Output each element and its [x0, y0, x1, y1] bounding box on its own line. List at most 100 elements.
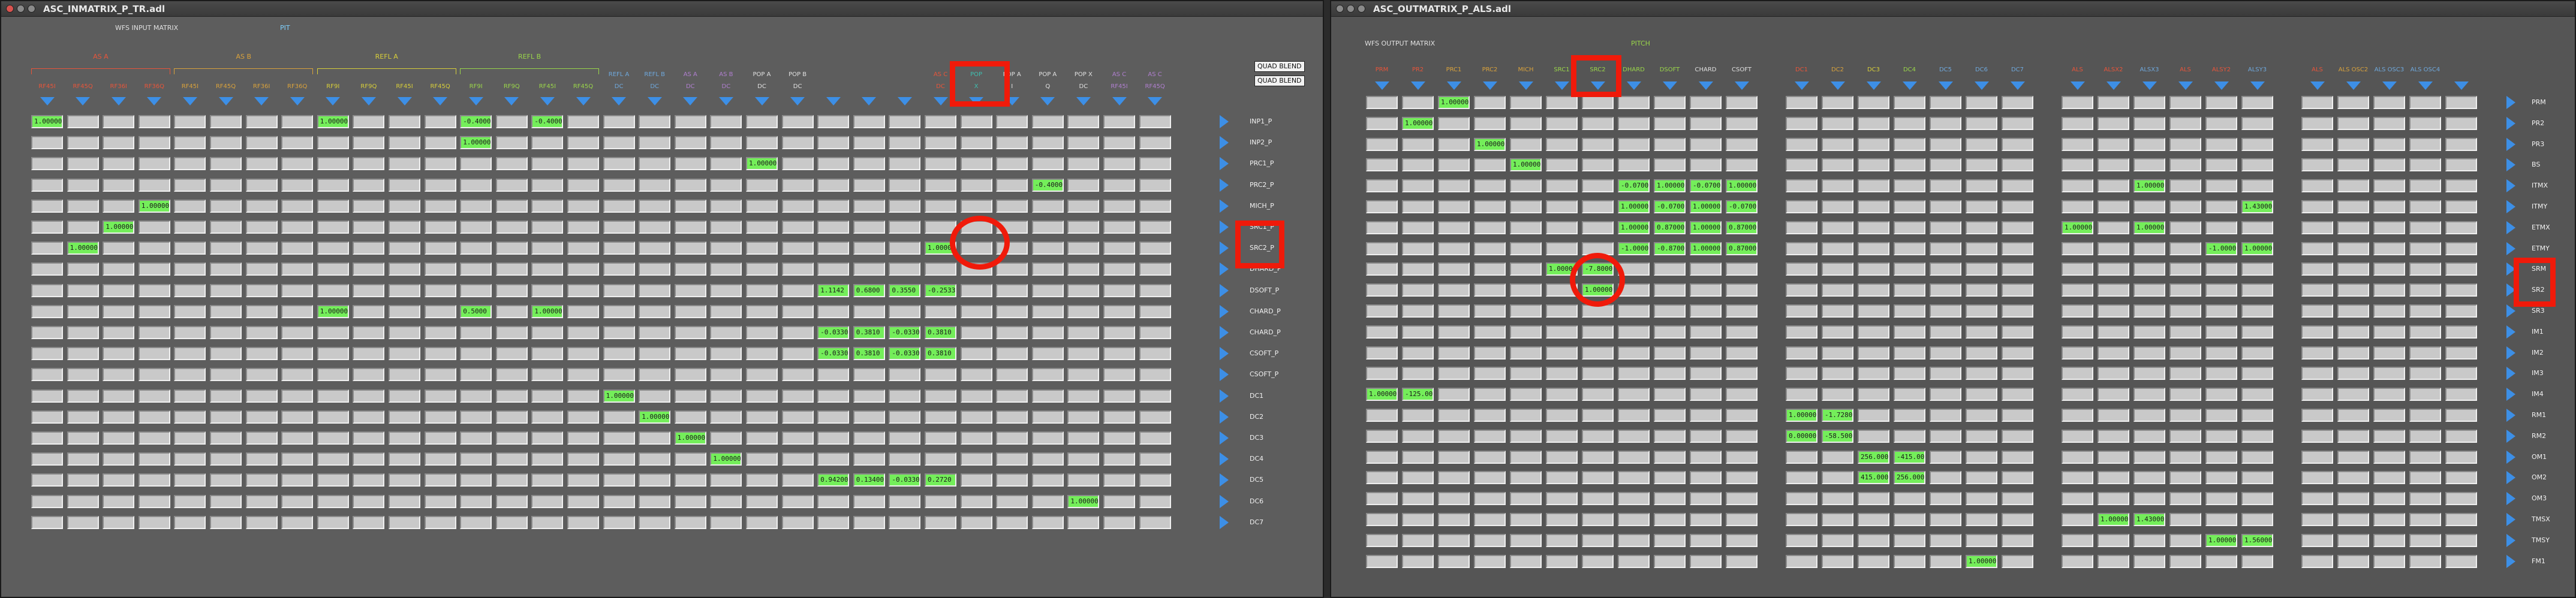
- matrix-cell[interactable]: [1966, 450, 1997, 464]
- matrix-cell[interactable]: [67, 178, 99, 192]
- matrix-cell[interactable]: [1474, 179, 1506, 193]
- matrix-cell[interactable]: [781, 452, 814, 466]
- row-select-arrow[interactable]: [2506, 492, 2515, 506]
- matrix-cell[interactable]: [1822, 283, 1853, 297]
- matrix-cell[interactable]: [853, 452, 885, 466]
- matrix-cell[interactable]: [710, 178, 742, 192]
- matrix-cell[interactable]: [2097, 554, 2129, 568]
- matrix-cell[interactable]: [2301, 116, 2333, 130]
- matrix-cell[interactable]: [1474, 554, 1506, 568]
- matrix-cell[interactable]: [1654, 262, 1686, 276]
- matrix-cell[interactable]: [889, 389, 921, 403]
- matrix-cell[interactable]: [1402, 346, 1434, 360]
- matrix-cell[interactable]: [1690, 471, 1722, 485]
- column-select-arrow[interactable]: [2310, 81, 2325, 90]
- matrix-cell[interactable]: [389, 389, 420, 403]
- matrix-cell[interactable]: [1786, 325, 1817, 339]
- matrix-cell[interactable]: [1139, 347, 1171, 361]
- matrix-cell[interactable]: [1690, 116, 1722, 130]
- matrix-cell[interactable]: [853, 431, 885, 445]
- matrix-cell[interactable]: [1366, 429, 1398, 443]
- matrix-cell[interactable]: [317, 410, 349, 424]
- matrix-cell[interactable]: [1103, 347, 1135, 361]
- matrix-cell[interactable]: [2205, 116, 2237, 130]
- matrix-cell[interactable]: [138, 221, 170, 234]
- matrix-cell[interactable]: [1438, 513, 1470, 526]
- matrix-cell[interactable]: [317, 199, 349, 213]
- matrix-cell[interactable]: [1402, 221, 1434, 234]
- matrix-cell[interactable]: [2205, 471, 2237, 485]
- matrix-cell[interactable]: [1546, 304, 1578, 318]
- matrix-cell[interactable]: [781, 199, 814, 213]
- matrix-cell[interactable]: [1582, 367, 1614, 380]
- matrix-cell[interactable]: [1858, 429, 1889, 443]
- matrix-cell[interactable]: [2169, 346, 2201, 360]
- matrix-cell[interactable]: [2409, 200, 2441, 213]
- matrix-cell[interactable]: [2241, 554, 2273, 568]
- matrix-cell[interactable]: [817, 431, 850, 445]
- matrix-cell[interactable]: [1366, 346, 1398, 360]
- matrix-cell[interactable]: [103, 178, 135, 192]
- matrix-cell[interactable]: [2169, 492, 2201, 506]
- matrix-cell[interactable]: [210, 326, 242, 339]
- matrix-cell[interactable]: [1510, 283, 1542, 297]
- matrix-cell[interactable]: [2133, 200, 2165, 213]
- matrix-cell[interactable]: [2062, 158, 2093, 172]
- matrix-cell[interactable]: -0.0700: [1654, 200, 1686, 213]
- matrix-cell[interactable]: [1366, 533, 1398, 547]
- matrix-cell[interactable]: [1582, 179, 1614, 193]
- matrix-cell[interactable]: [531, 410, 564, 424]
- matrix-cell[interactable]: [138, 515, 170, 529]
- matrix-cell[interactable]: [2241, 137, 2273, 151]
- matrix-cell[interactable]: [1474, 492, 1506, 506]
- matrix-cell[interactable]: [495, 115, 528, 128]
- matrix-cell[interactable]: 1.00000: [67, 241, 99, 255]
- matrix-cell[interactable]: [746, 452, 778, 466]
- column-select-arrow[interactable]: [397, 97, 412, 105]
- matrix-cell[interactable]: [174, 368, 206, 382]
- matrix-cell[interactable]: [531, 494, 564, 508]
- matrix-cell[interactable]: [1067, 262, 1100, 276]
- matrix-cell[interactable]: [1726, 429, 1758, 443]
- matrix-cell[interactable]: [925, 221, 956, 234]
- matrix-cell[interactable]: [460, 157, 492, 171]
- matrix-cell[interactable]: [1582, 513, 1614, 526]
- matrix-cell[interactable]: [1690, 346, 1722, 360]
- matrix-cell[interactable]: [353, 241, 385, 255]
- matrix-cell[interactable]: [1067, 199, 1100, 213]
- matrix-cell[interactable]: [1786, 137, 1817, 151]
- matrix-cell[interactable]: [925, 368, 956, 382]
- matrix-cell[interactable]: [495, 136, 528, 150]
- column-select-arrow[interactable]: [1004, 97, 1019, 105]
- matrix-cell[interactable]: [2241, 492, 2273, 506]
- matrix-cell[interactable]: [603, 115, 635, 128]
- matrix-cell[interactable]: [710, 262, 742, 276]
- matrix-cell[interactable]: [674, 515, 706, 529]
- matrix-cell[interactable]: [138, 157, 170, 171]
- matrix-cell[interactable]: [1822, 388, 1853, 401]
- matrix-cell[interactable]: [1474, 304, 1506, 318]
- matrix-cell[interactable]: [817, 157, 850, 171]
- matrix-cell[interactable]: [2097, 367, 2129, 380]
- matrix-cell[interactable]: [996, 368, 1028, 382]
- matrix-cell[interactable]: [603, 199, 635, 213]
- matrix-cell[interactable]: [1966, 137, 1997, 151]
- matrix-cell[interactable]: -0.0330: [889, 473, 921, 487]
- row-select-arrow[interactable]: [2506, 450, 2515, 464]
- matrix-cell[interactable]: [2409, 409, 2441, 422]
- matrix-cell[interactable]: [2409, 283, 2441, 297]
- matrix-cell[interactable]: [1103, 368, 1135, 382]
- matrix-cell[interactable]: [389, 136, 420, 150]
- matrix-cell[interactable]: [925, 431, 956, 445]
- matrix-cell[interactable]: [781, 136, 814, 150]
- matrix-cell[interactable]: 1.00000: [103, 221, 135, 234]
- matrix-cell[interactable]: [853, 221, 885, 234]
- matrix-cell[interactable]: [281, 304, 314, 318]
- column-select-arrow[interactable]: [2010, 81, 2025, 90]
- matrix-cell[interactable]: 0.3810: [853, 347, 885, 361]
- matrix-cell[interactable]: [103, 410, 135, 424]
- matrix-cell[interactable]: [1930, 346, 1961, 360]
- matrix-cell[interactable]: [210, 347, 242, 361]
- blend-button[interactable]: QUAD BLEND: [1254, 61, 1305, 72]
- matrix-cell[interactable]: [710, 157, 742, 171]
